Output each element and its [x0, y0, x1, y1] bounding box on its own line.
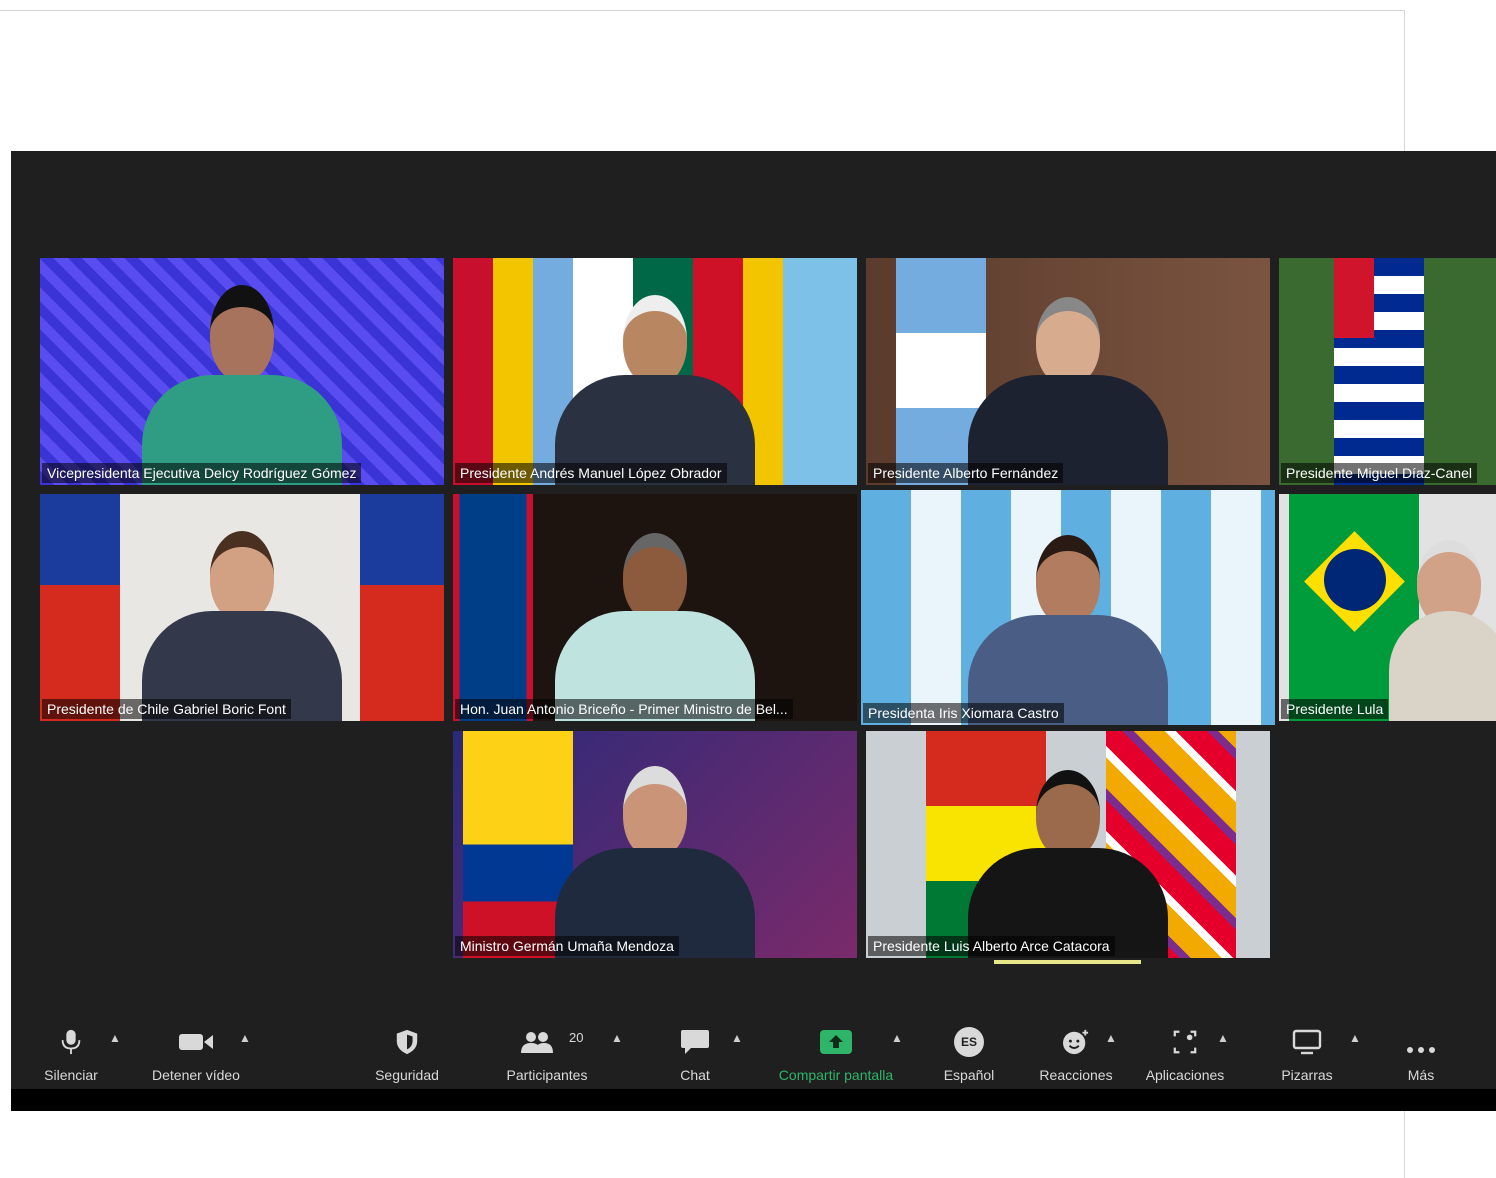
zoom-meeting-window: Vicepresidenta Ejecutiva Delcy Rodríguez…	[11, 151, 1496, 1111]
participant-name: Presidenta Iris Xiomara Castro	[863, 703, 1064, 723]
apps-icon	[1173, 1030, 1197, 1054]
video-tile-boric[interactable]: Presidente de Chile Gabriel Boric Font	[40, 494, 444, 721]
participant-name: Presidente Alberto Fernández	[868, 463, 1064, 483]
chat-options-chevron-up-icon[interactable]: ▲	[731, 1031, 745, 1045]
share-screen-button[interactable]: Compartir pantalla	[761, 1013, 911, 1089]
mute-options-chevron-up-icon[interactable]: ▲	[109, 1031, 123, 1045]
whiteboard-icon	[1292, 1029, 1322, 1055]
participants-count: 20	[569, 1030, 584, 1045]
mute-button[interactable]: Silenciar	[33, 1013, 109, 1089]
participants-options-chevron-up-icon[interactable]: ▲	[611, 1031, 625, 1045]
language-badge-icon: ES	[954, 1027, 984, 1057]
whiteboards-button[interactable]: Pizarras	[1267, 1013, 1347, 1089]
video-options-chevron-up-icon[interactable]: ▲	[239, 1031, 253, 1045]
video-tile-diaz-canel[interactable]: Presidente Miguel Díaz-Canel	[1279, 258, 1496, 485]
participants-button[interactable]: 20 Participantes	[497, 1013, 597, 1089]
video-tile-delcy[interactable]: Vicepresidenta Ejecutiva Delcy Rodríguez…	[40, 258, 444, 485]
stop-video-button[interactable]: Detener vídeo	[139, 1013, 253, 1089]
video-tile-arce[interactable]: Presidente Luis Alberto Arce Catacora	[866, 731, 1270, 958]
share-options-chevron-up-icon[interactable]: ▲	[891, 1031, 905, 1045]
security-button[interactable]: Seguridad	[367, 1013, 447, 1089]
share-screen-icon	[820, 1030, 852, 1054]
shield-icon	[396, 1029, 418, 1055]
participants-icon	[521, 1032, 553, 1053]
more-button[interactable]: Más	[1391, 1013, 1451, 1089]
participant-name: Hon. Juan Antonio Briceño - Primer Minis…	[455, 699, 793, 719]
participant-name: Vicepresidenta Ejecutiva Delcy Rodríguez…	[42, 463, 362, 483]
reactions-button[interactable]: Reacciones	[1031, 1013, 1121, 1089]
video-tile-amlo[interactable]: Presidente Andrés Manuel López Obrador	[453, 258, 857, 485]
participant-name: Ministro Germán Umaña Mendoza	[455, 936, 679, 956]
more-dots-icon	[1407, 1047, 1435, 1053]
microphone-icon	[61, 1029, 81, 1055]
whiteboards-options-chevron-up-icon[interactable]: ▲	[1349, 1031, 1363, 1045]
language-button[interactable]: ES Español	[929, 1013, 1009, 1089]
speaking-indicator	[994, 960, 1141, 964]
participant-name: Presidente Luis Alberto Arce Catacora	[868, 936, 1115, 956]
window-bottom-bar	[11, 1089, 1496, 1111]
page-frame-top	[0, 10, 1405, 11]
video-tile-fernandez[interactable]: Presidente Alberto Fernández	[866, 258, 1270, 485]
video-camera-icon	[179, 1034, 213, 1050]
meeting-toolbar: Silenciar ▲ Detener vídeo ▲ Seguridad 20…	[11, 1013, 1496, 1089]
video-tile-lula[interactable]: Presidente Lula	[1279, 494, 1496, 721]
participant-name: Presidente Andrés Manuel López Obrador	[455, 463, 727, 483]
video-tile-umana[interactable]: Ministro Germán Umaña Mendoza	[453, 731, 857, 958]
video-tile-castro-active-speaker[interactable]: Presidenta Iris Xiomara Castro	[861, 490, 1275, 725]
reactions-options-chevron-up-icon[interactable]: ▲	[1105, 1031, 1119, 1045]
chat-bubble-icon	[681, 1030, 709, 1054]
chat-button[interactable]: Chat	[665, 1013, 725, 1089]
participant-name: Presidente Miguel Díaz-Canel	[1281, 463, 1477, 483]
participant-name: Presidente de Chile Gabriel Boric Font	[42, 699, 291, 719]
emoji-plus-icon	[1063, 1029, 1089, 1055]
video-tile-briceno[interactable]: Hon. Juan Antonio Briceño - Primer Minis…	[453, 494, 857, 721]
apps-button[interactable]: Aplicaciones	[1135, 1013, 1235, 1089]
participant-name: Presidente Lula	[1281, 699, 1389, 719]
apps-options-chevron-up-icon[interactable]: ▲	[1217, 1031, 1231, 1045]
